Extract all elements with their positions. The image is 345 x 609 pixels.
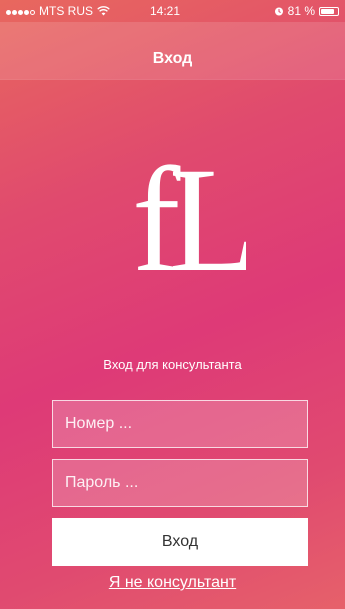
battery-percentage: 81 % [287, 4, 315, 18]
login-screen: MTS RUS 14:21 81 % Вход fL Вход для конс… [0, 0, 345, 609]
signal-dot-empty [30, 10, 35, 15]
navigation-bar: Вход [0, 22, 345, 80]
login-button[interactable]: Вход [52, 518, 308, 566]
consultant-number-input[interactable] [52, 400, 308, 448]
status-time: 14:21 [150, 4, 181, 18]
signal-dot-filled [24, 10, 29, 15]
signal-dot-filled [18, 10, 23, 15]
logo-mark: fL [132, 137, 246, 278]
signal-dot-filled [6, 10, 11, 15]
battery-icon [319, 6, 339, 16]
status-left: MTS RUS [6, 4, 110, 18]
status-right: 81 % [274, 4, 339, 18]
password-input[interactable] [52, 459, 308, 507]
signal-strength-icon [6, 4, 36, 18]
status-bar: MTS RUS 14:21 81 % [0, 0, 345, 22]
brand-logo: fL [132, 137, 246, 278]
alarm-icon [274, 7, 283, 16]
signal-dot-filled [12, 10, 17, 15]
consultant-login-label: Вход для консультанта [103, 357, 242, 372]
not-consultant-link[interactable]: Я не консультант [0, 573, 345, 593]
carrier-name: MTS RUS [39, 4, 93, 18]
wifi-icon [97, 6, 110, 16]
page-title: Вход [152, 50, 193, 67]
battery-fill [321, 8, 334, 14]
